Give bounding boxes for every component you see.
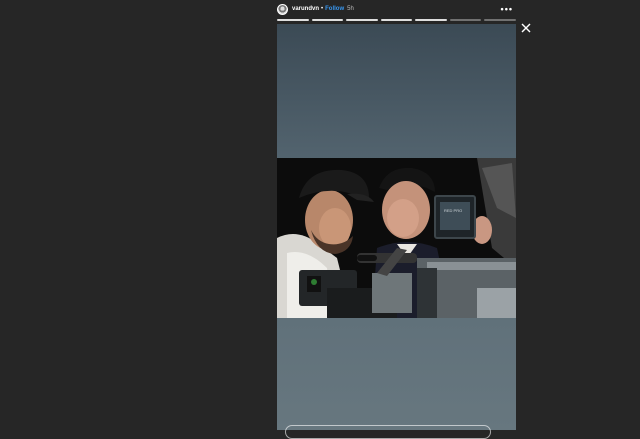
photo-illustration: RED PRO <box>277 158 516 318</box>
progress-segment <box>380 19 413 21</box>
more-options-icon[interactable]: ••• <box>501 4 513 14</box>
username-link[interactable]: varundvn <box>292 6 319 12</box>
reply-input[interactable] <box>285 425 491 439</box>
progress-segment <box>415 19 447 21</box>
avatar[interactable] <box>277 3 288 15</box>
progress-segment <box>449 19 482 21</box>
story-progress-bar <box>277 19 517 21</box>
progress-segment <box>346 19 378 21</box>
close-icon[interactable] <box>520 22 532 34</box>
story-photo: RED PRO <box>277 158 516 318</box>
progress-segment <box>311 19 344 21</box>
follow-button[interactable]: Follow <box>325 6 344 12</box>
progress-segment <box>277 19 309 21</box>
monitor-text: RED PRO <box>444 208 462 213</box>
separator-dot: • <box>321 6 324 12</box>
progress-segment <box>484 19 517 21</box>
story-header: varundvn • Follow 5h ••• <box>277 2 516 16</box>
post-time: 5h <box>347 6 354 12</box>
